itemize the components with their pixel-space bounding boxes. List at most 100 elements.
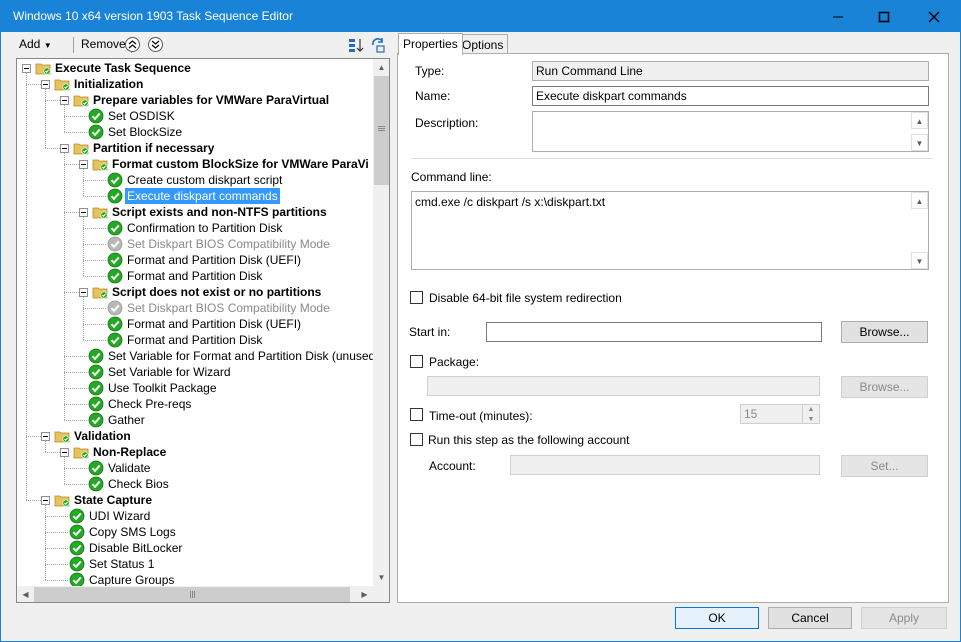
tree-group-node[interactable]: Prepare variables for VMWare ParaVirtual: [17, 92, 373, 108]
scroll-up-icon[interactable]: ▲: [911, 192, 928, 209]
tree-step-node[interactable]: Format and Partition Disk (UEFI): [17, 252, 373, 268]
tree-node-label: Execute Task Sequence: [55, 61, 191, 75]
tree-group-node[interactable]: Format custom BlockSize for VMWare ParaV…: [17, 156, 373, 172]
tree-step-node[interactable]: Confirmation to Partition Disk: [17, 220, 373, 236]
tab-options[interactable]: Options: [457, 34, 509, 54]
tree-step-node[interactable]: Capture Groups: [17, 572, 373, 586]
tree-group-node[interactable]: Non-Replace: [17, 444, 373, 460]
tree-step-node[interactable]: Set Diskpart BIOS Compatibility Mode: [17, 300, 373, 316]
tree-step-node[interactable]: Set OSDISK: [17, 108, 373, 124]
scroll-down-icon[interactable]: ▼: [911, 252, 928, 269]
scrollbar-thumb[interactable]: [374, 76, 389, 185]
scroll-left-icon[interactable]: ◀: [17, 586, 34, 602]
ok-button[interactable]: OK: [675, 607, 759, 629]
tab-properties[interactable]: Properties: [398, 33, 463, 55]
collapse-icon[interactable]: [60, 448, 69, 457]
tree-group-node[interactable]: Script exists and non-NTFS partitions: [17, 204, 373, 220]
tree-connector-line: [45, 564, 68, 565]
scroll-up-icon[interactable]: ▲: [911, 112, 928, 129]
group-folder-icon: [54, 76, 70, 92]
collapse-icon[interactable]: [41, 432, 50, 441]
description-textarea[interactable]: ▲ ▼: [532, 111, 929, 152]
timeout-checkbox[interactable]: [410, 408, 423, 421]
step-check-icon: [107, 252, 123, 268]
scroll-down-icon[interactable]: ▼: [911, 134, 928, 151]
remove-button[interactable]: Remove: [81, 37, 126, 51]
maximize-button[interactable]: [861, 1, 907, 32]
step-check-icon: [69, 572, 85, 586]
scroll-right-icon[interactable]: ▶: [356, 586, 373, 602]
group-folder-icon: [35, 60, 51, 76]
command-line-label: Command line:: [411, 170, 492, 184]
task-sequence-tree[interactable]: Execute Task Sequence Initialization Prepa…: [16, 58, 390, 603]
minimize-button[interactable]: [815, 1, 861, 32]
tree-group-node[interactable]: State Capture: [17, 492, 373, 508]
tree-step-node[interactable]: Format and Partition Disk: [17, 332, 373, 348]
collapse-icon[interactable]: [22, 64, 31, 73]
step-check-icon: [69, 508, 85, 524]
tree-step-node[interactable]: Check Bios: [17, 476, 373, 492]
tree-group-node[interactable]: Initialization: [17, 76, 373, 92]
tree-step-node[interactable]: Format and Partition Disk: [17, 268, 373, 284]
scroll-down-icon[interactable]: ▼: [373, 569, 389, 586]
tree-connector-line: [83, 228, 106, 229]
collapse-icon[interactable]: [79, 160, 88, 169]
tree-step-node[interactable]: Set Status 1: [17, 556, 373, 572]
scrollbar-thumb[interactable]: [34, 587, 350, 602]
sort-icon[interactable]: [347, 36, 365, 54]
tree-horizontal-scrollbar[interactable]: ◀ ▶: [17, 586, 373, 602]
tree-connector-line: [45, 516, 68, 517]
start-in-browse-button[interactable]: Browse...: [841, 321, 928, 343]
scroll-up-icon[interactable]: ▲: [373, 59, 389, 76]
start-in-input[interactable]: [486, 322, 822, 342]
collapse-icon[interactable]: [79, 288, 88, 297]
tree-group-node[interactable]: Partition if necessary: [17, 140, 373, 156]
tree-connector-line: [83, 244, 106, 245]
tree-step-node[interactable]: UDI Wizard: [17, 508, 373, 524]
package-checkbox[interactable]: [410, 355, 423, 368]
title-bar[interactable]: Windows 10 x64 version 1903 Task Sequenc…: [1, 1, 960, 32]
tree-step-node[interactable]: Set Diskpart BIOS Compatibility Mode: [17, 236, 373, 252]
tree-connector-line: [64, 292, 79, 293]
command-line-scrollbar[interactable]: ▲ ▼: [911, 192, 928, 269]
tree-vertical-scrollbar[interactable]: ▲ ▼: [373, 59, 389, 586]
tree-group-node[interactable]: Script does not exist or no partitions: [17, 284, 373, 300]
description-scrollbar[interactable]: ▲ ▼: [911, 112, 928, 151]
collapse-icon[interactable]: [41, 80, 50, 89]
tree-step-node[interactable]: Disable BitLocker: [17, 540, 373, 556]
tree-step-node[interactable]: Copy SMS Logs: [17, 524, 373, 540]
tree-step-node[interactable]: Set BlockSize: [17, 124, 373, 140]
tree-step-node[interactable]: Create custom diskpart script: [17, 172, 373, 188]
tree-step-node[interactable]: Set Variable for Wizard: [17, 364, 373, 380]
tree-step-node[interactable]: Gather: [17, 412, 373, 428]
tree-node-label: State Capture: [74, 493, 153, 507]
group-folder-icon: [73, 92, 89, 108]
step-check-icon: [88, 460, 104, 476]
tree-step-node[interactable]: Execute diskpart commands: [17, 188, 373, 204]
tree-step-node[interactable]: Validate: [17, 460, 373, 476]
tree-group-node[interactable]: Execute Task Sequence: [17, 60, 373, 76]
name-input[interactable]: Execute diskpart commands: [532, 86, 929, 106]
refresh-icon[interactable]: [369, 36, 387, 54]
tree-connector-line: [45, 580, 68, 581]
collapse-icon[interactable]: [79, 208, 88, 217]
tree-group-node[interactable]: Validation: [17, 428, 373, 444]
scrollbar-corner: [373, 586, 389, 602]
cancel-button[interactable]: Cancel: [768, 607, 852, 629]
close-button[interactable]: [907, 1, 960, 32]
command-line-textarea[interactable]: cmd.exe /c diskpart /s x:\diskpart.txt ▲…: [411, 191, 929, 270]
tree-step-node[interactable]: Set Variable for Format and Partition Di…: [17, 348, 373, 364]
tree-step-node[interactable]: Check Pre-reqs: [17, 396, 373, 412]
collapse-icon[interactable]: [60, 144, 69, 153]
collapse-icon[interactable]: [60, 96, 69, 105]
tree-step-node[interactable]: Use Toolkit Package: [17, 380, 373, 396]
disable-redirection-checkbox[interactable]: [410, 291, 423, 304]
package-input: [427, 376, 820, 396]
move-up-button[interactable]: [125, 37, 140, 52]
add-menu-button[interactable]: Add ▼: [19, 37, 52, 51]
run-as-checkbox[interactable]: [410, 433, 423, 446]
move-down-button[interactable]: [148, 37, 163, 52]
tree-step-node[interactable]: Format and Partition Disk (UEFI): [17, 316, 373, 332]
collapse-icon[interactable]: [41, 496, 50, 505]
step-check-icon: [107, 220, 123, 236]
